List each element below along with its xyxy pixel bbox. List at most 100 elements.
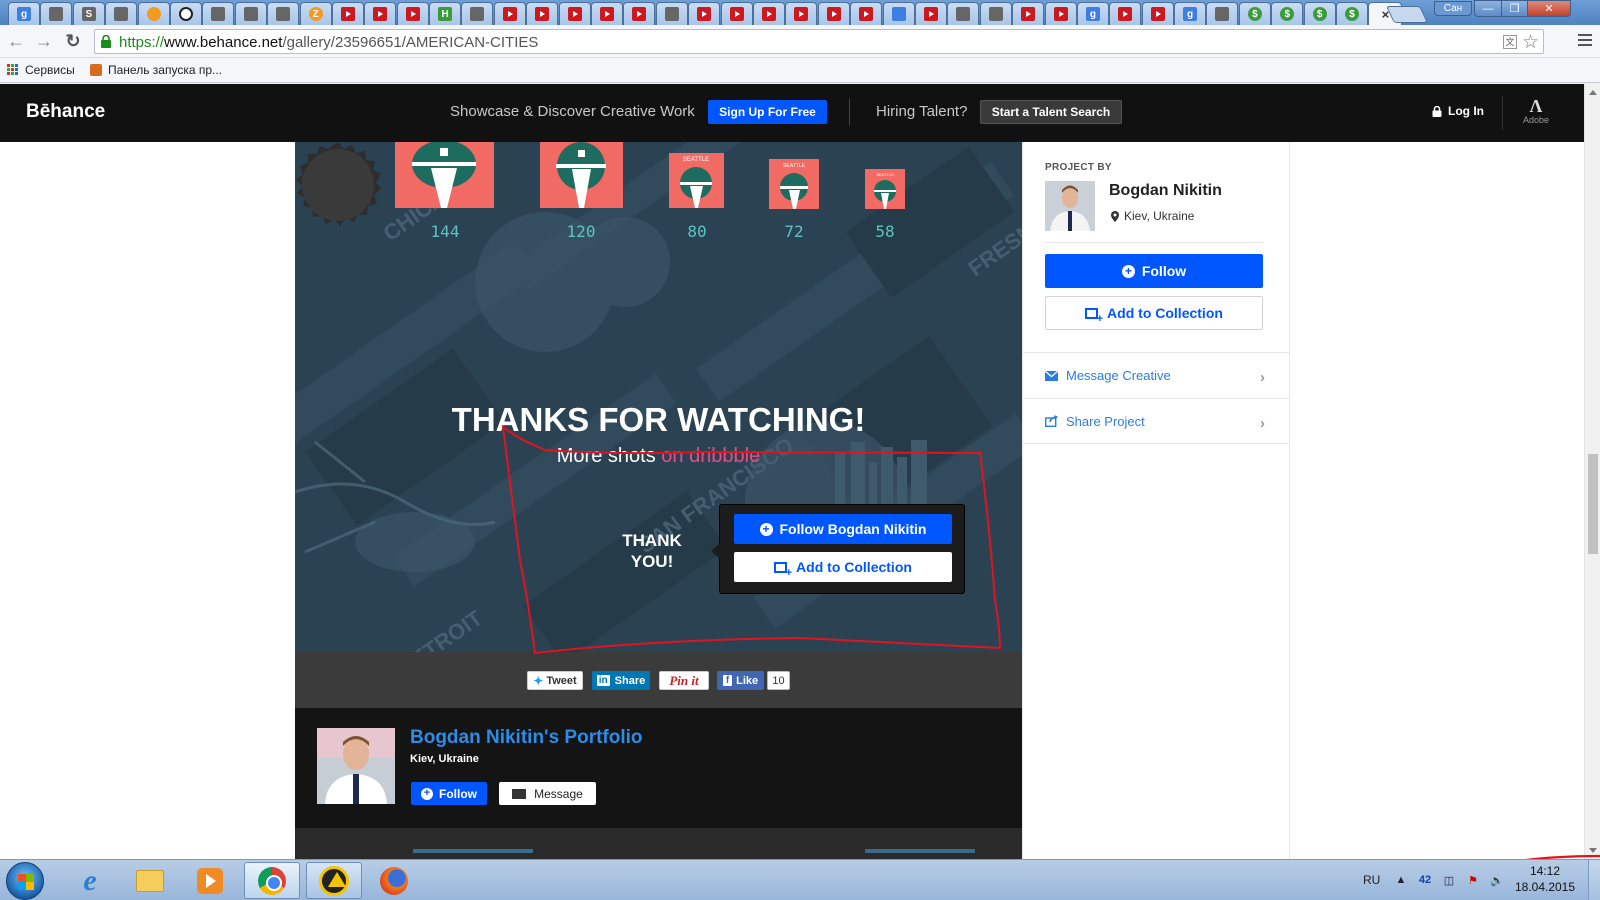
browser-tab[interactable]: $: [1336, 2, 1369, 25]
browser-menu-icon[interactable]: [1578, 34, 1592, 49]
scrollbar-thumb[interactable]: [1588, 454, 1598, 554]
scroll-down-arrow-icon[interactable]: [1589, 848, 1597, 853]
back-arrow-icon[interactable]: ←: [5, 30, 27, 52]
sign-up-button[interactable]: Sign Up For Free: [708, 100, 827, 124]
add-to-collection-button[interactable]: Add to Collection: [734, 552, 952, 582]
browser-tab[interactable]: [40, 2, 73, 25]
browser-tab[interactable]: H: [429, 2, 462, 25]
system-clock[interactable]: 14:12 18.04.2015: [1505, 863, 1585, 895]
browser-tab[interactable]: [882, 2, 915, 25]
talent-search-button[interactable]: Start a Talent Search: [980, 100, 1122, 124]
address-bar[interactable]: https://www.behance.net/gallery/23596651…: [94, 29, 1544, 54]
scroll-up-arrow-icon[interactable]: [1589, 90, 1597, 95]
sidebar-add-to-collection-button[interactable]: Add to Collection: [1045, 296, 1263, 330]
taskbar-aimp[interactable]: [306, 862, 362, 899]
browser-tab[interactable]: [688, 2, 721, 25]
sidebar-follow-button[interactable]: + Follow: [1045, 254, 1263, 288]
browser-tab[interactable]: [979, 2, 1012, 25]
browser-tab[interactable]: [331, 2, 364, 25]
taskbar-firefox[interactable]: [366, 862, 422, 899]
bookmark-app-launcher[interactable]: Панель запуска пр...: [90, 63, 222, 77]
action-center-flag-icon[interactable]: ⚑: [1466, 873, 1480, 887]
browser-tab[interactable]: [720, 2, 753, 25]
browser-tab[interactable]: [785, 2, 818, 25]
log-in-link[interactable]: Log In: [1432, 104, 1484, 118]
browser-tab[interactable]: g: [1174, 2, 1207, 25]
browser-tab[interactable]: [558, 2, 591, 25]
forward-arrow-icon[interactable]: →: [33, 30, 55, 52]
bookmark-apps[interactable]: Сервисы: [7, 63, 75, 77]
volume-icon[interactable]: 🔈: [1490, 873, 1504, 887]
adobe-label: Adobe: [1522, 115, 1550, 125]
vertical-scrollbar[interactable]: [1584, 84, 1600, 859]
browser-tab[interactable]: [364, 2, 397, 25]
browser-tab[interactable]: [914, 2, 947, 25]
maximize-button[interactable]: ❐: [1501, 0, 1528, 17]
new-tab-button[interactable]: [1386, 6, 1428, 23]
browser-tab[interactable]: g: [1076, 2, 1109, 25]
share-project-link[interactable]: Share Project ›: [1023, 398, 1289, 444]
dribbble-link[interactable]: on dribbble: [661, 445, 760, 467]
browser-tab[interactable]: [234, 2, 267, 25]
message-creative-link[interactable]: Message Creative ›: [1023, 352, 1289, 398]
portfolio-title-link[interactable]: Bogdan Nikitin's Portfolio: [410, 727, 643, 749]
browser-tab[interactable]: [105, 2, 138, 25]
browser-tab[interactable]: [850, 2, 883, 25]
browser-tab[interactable]: [817, 2, 850, 25]
browser-tab[interactable]: [267, 2, 300, 25]
browser-tab[interactable]: [1044, 2, 1077, 25]
tweet-button[interactable]: ✦ Tweet: [527, 671, 583, 690]
system-tray: ▲ 42 ◫ ⚑ 🔈: [1394, 873, 1504, 887]
browser-tab[interactable]: [202, 2, 235, 25]
browser-tab[interactable]: $: [1238, 2, 1271, 25]
browser-tab[interactable]: [947, 2, 980, 25]
language-indicator[interactable]: RU: [1363, 873, 1380, 887]
browser-tab[interactable]: [752, 2, 785, 25]
creator-name-link[interactable]: Bogdan Nikitin: [1109, 182, 1222, 200]
taskbar-windows-explorer[interactable]: [122, 862, 178, 899]
pin-it-button[interactable]: Pin it: [659, 671, 709, 690]
browser-tab[interactable]: $: [1303, 2, 1336, 25]
taskbar-media-player[interactable]: [182, 862, 238, 899]
start-button[interactable]: [6, 862, 44, 900]
add-to-collection-label: Add to Collection: [1107, 305, 1223, 321]
browser-tab[interactable]: [1109, 2, 1142, 25]
linkedin-share-button[interactable]: in Share: [592, 671, 650, 690]
browser-tab[interactable]: [396, 2, 429, 25]
taskbar-chrome[interactable]: [244, 862, 300, 899]
translate-icon[interactable]: 文: [1503, 35, 1517, 49]
show-hidden-icons-arrow-icon[interactable]: ▲: [1394, 873, 1408, 887]
browser-tab[interactable]: [623, 2, 656, 25]
owner-follow-button[interactable]: + Follow: [411, 782, 487, 805]
browser-tab[interactable]: [169, 2, 202, 25]
show-desktop-button[interactable]: [1588, 860, 1600, 900]
network-icon[interactable]: ◫: [1442, 873, 1456, 887]
browser-tab[interactable]: [1141, 2, 1174, 25]
browser-tab[interactable]: [1206, 2, 1239, 25]
taskbar-internet-explorer[interactable]: e: [62, 862, 118, 899]
browser-tab[interactable]: [1012, 2, 1045, 25]
minimize-button[interactable]: —: [1474, 0, 1502, 17]
browser-tab[interactable]: [493, 2, 526, 25]
browser-tab[interactable]: [526, 2, 559, 25]
adobe-logo[interactable]: Λ Adobe: [1519, 97, 1553, 125]
facebook-like-button[interactable]: f Like: [717, 671, 764, 690]
creator-avatar[interactable]: [1045, 181, 1095, 231]
browser-tab[interactable]: Z: [299, 2, 332, 25]
browser-tab[interactable]: [655, 2, 688, 25]
owner-message-button[interactable]: Message: [499, 782, 596, 805]
profile-button[interactable]: Сан: [1434, 1, 1472, 16]
follow-creator-button[interactable]: + Follow Bogdan Nikitin: [734, 514, 952, 544]
browser-tab[interactable]: g: [8, 2, 40, 25]
browser-tab[interactable]: [137, 2, 170, 25]
browser-tab[interactable]: [591, 2, 624, 25]
browser-tab[interactable]: [461, 2, 494, 25]
close-window-button[interactable]: ✕: [1527, 0, 1571, 17]
behance-logo[interactable]: Bēhance: [26, 101, 105, 123]
browser-tab[interactable]: S: [72, 2, 105, 25]
owner-avatar[interactable]: [317, 728, 395, 804]
reload-icon[interactable]: ↻: [62, 30, 84, 52]
browser-tab[interactable]: $: [1271, 2, 1304, 25]
tray-counter[interactable]: 42: [1418, 873, 1432, 887]
bookmark-star-icon[interactable]: ☆: [1522, 31, 1539, 54]
